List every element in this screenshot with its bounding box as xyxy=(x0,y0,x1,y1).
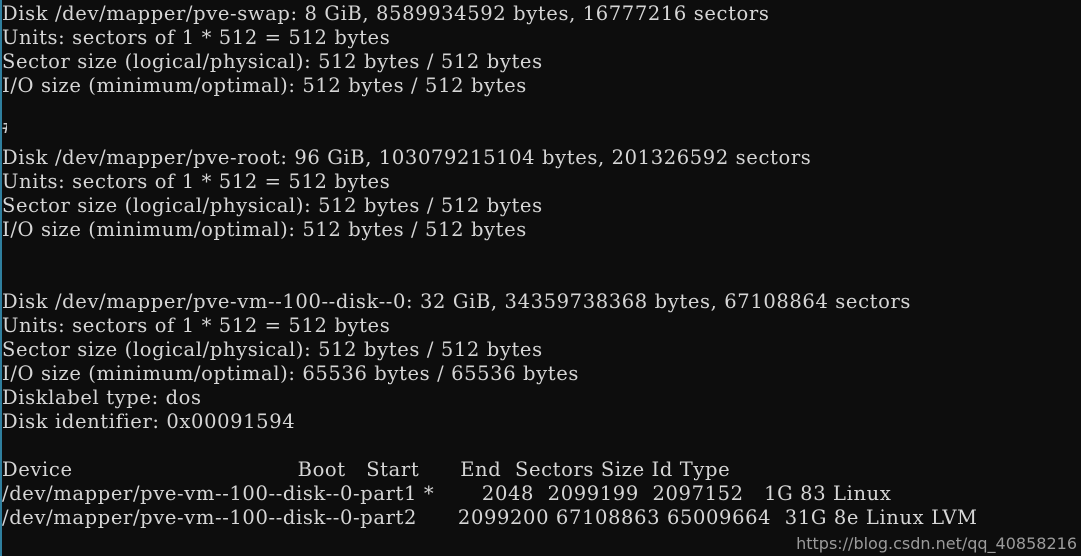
window-left-border xyxy=(0,0,2,556)
terminal-line: I/O size (minimum/optimal): 512 bytes / … xyxy=(2,74,527,97)
terminal-window[interactable]: Disk /dev/mapper/pve-swap: 8 GiB, 858993… xyxy=(0,0,1081,556)
partition-table-header: Device Boot Start End Sectors Size Id Ty… xyxy=(2,458,731,481)
terminal-line: Disklabel type: dos xyxy=(2,386,202,409)
terminal-line: I/O size (minimum/optimal): 65536 bytes … xyxy=(2,362,580,385)
terminal-line: Sector size (logical/physical): 512 byte… xyxy=(2,194,543,217)
watermark-url: https://blog.csdn.net/qq_40858216 xyxy=(796,534,1077,553)
partition-table-row: /dev/mapper/pve-vm--100--disk--0-part1 *… xyxy=(2,482,892,505)
terminal-line: Disk /dev/mapper/pve-root: 96 GiB, 10307… xyxy=(2,146,812,169)
terminal-line: Disk /dev/mapper/pve-swap: 8 GiB, 858993… xyxy=(2,2,770,25)
terminal-line: Units: sectors of 1 * 512 = 512 bytes xyxy=(2,26,391,49)
terminal-line: I/O size (minimum/optimal): 512 bytes / … xyxy=(2,218,527,241)
terminal-line: Disk identifier: 0x00091594 xyxy=(2,410,296,433)
terminal-output-area[interactable]: Disk /dev/mapper/pve-swap: 8 GiB, 858993… xyxy=(0,2,1081,530)
terminal-line: Units: sectors of 1 * 512 = 512 bytes xyxy=(2,314,391,337)
terminal-line: Sector size (logical/physical): 512 byte… xyxy=(2,50,543,73)
terminal-line: Units: sectors of 1 * 512 = 512 bytes xyxy=(2,170,391,193)
terminal-line: Sector size (logical/physical): 512 byte… xyxy=(2,338,543,361)
terminal-line: Disk /dev/mapper/pve-vm--100--disk--0: 3… xyxy=(2,290,912,313)
partition-table-row: /dev/mapper/pve-vm--100--disk--0-part2 2… xyxy=(2,506,978,529)
